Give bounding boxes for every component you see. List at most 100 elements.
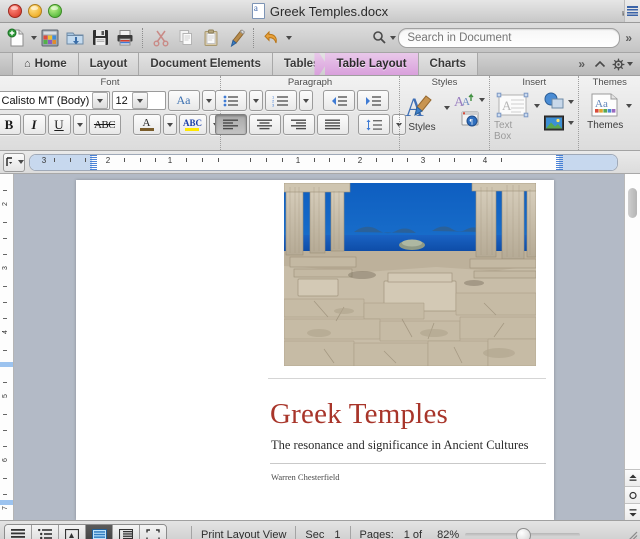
text-box-dropdown-arrow[interactable] (534, 104, 541, 108)
text-effects-dropdown[interactable] (201, 90, 216, 111)
font-name-dropdown-arrow[interactable] (91, 92, 108, 109)
draft-view-button[interactable] (5, 525, 32, 539)
vertical-scrollbar[interactable] (624, 174, 640, 520)
print-layout-view-button[interactable] (86, 525, 113, 539)
underline-dropdown[interactable] (72, 114, 87, 135)
print-button[interactable] (113, 26, 137, 50)
toolbar-overflow-button[interactable]: » (622, 31, 635, 45)
ribbon-settings-button[interactable] (612, 58, 633, 71)
zoom-slider-knob[interactable] (515, 527, 531, 539)
font-color-button[interactable]: A (132, 114, 161, 135)
themes-dropdown-arrow[interactable] (626, 104, 633, 108)
ribbon-settings-arrow[interactable] (627, 62, 633, 66)
shapes-button[interactable] (543, 92, 575, 111)
full-screen-view-button[interactable] (140, 525, 166, 539)
new-document-button[interactable] (5, 26, 29, 50)
notebook-layout-icon (119, 528, 133, 539)
bulleted-list-button[interactable] (214, 90, 247, 111)
align-center-button[interactable] (248, 114, 281, 135)
scrollbar-thumb[interactable] (628, 188, 637, 218)
search-options-arrow[interactable] (390, 35, 397, 40)
previous-page-button[interactable] (625, 469, 640, 486)
styles-dropdown-arrow[interactable] (444, 106, 450, 110)
resize-grip-icon[interactable] (625, 528, 638, 539)
horizontal-ruler[interactable]: 3 2 1 1 2 3 4 (29, 153, 618, 171)
document-image[interactable] (284, 183, 536, 366)
page-title[interactable]: Greek Temples (270, 398, 448, 431)
document-map-button[interactable] (624, 0, 640, 22)
bulleted-list-dropdown[interactable] (248, 90, 263, 111)
justify-button[interactable] (316, 114, 349, 135)
align-right-button[interactable] (282, 114, 315, 135)
font-color-dropdown[interactable] (162, 114, 177, 135)
undo-button[interactable] (260, 26, 284, 50)
notebook-layout-view-button[interactable] (113, 525, 140, 539)
page-author[interactable]: Warren Chesterfield (271, 472, 339, 482)
tab-document-elements[interactable]: Document Elements (139, 53, 273, 75)
strikethrough-button[interactable]: ABC (88, 114, 121, 135)
numbered-list-icon: 1 2 3 (272, 95, 288, 107)
font-size-dropdown-arrow[interactable] (131, 92, 148, 109)
photo-greek-temple-ruins-by-the-sea (284, 183, 536, 366)
tab-stop-selector[interactable] (3, 152, 25, 172)
document-page[interactable]: Greek Temples The resonance and signific… (76, 180, 554, 520)
tab-document-elements-label: Document Elements (150, 58, 261, 70)
italic-button[interactable]: I (22, 114, 46, 135)
bold-button[interactable]: B (0, 114, 21, 135)
picture-button[interactable] (543, 114, 575, 132)
highlight-button[interactable]: ABC (178, 114, 207, 135)
undo-dropdown-arrow[interactable] (286, 35, 292, 40)
vertical-ruler[interactable]: 2 3 4 5 6 7 (0, 174, 14, 520)
chevron-up-icon[interactable] (594, 60, 606, 69)
line-spacing-button[interactable] (357, 114, 390, 135)
styles-button[interactable]: A Styles (404, 92, 440, 133)
align-left-button[interactable] (214, 114, 247, 135)
underline-button[interactable]: U (47, 114, 71, 135)
text-box-button[interactable]: A Text Box (494, 92, 531, 142)
font-size-combo[interactable]: 12 (111, 91, 166, 110)
vruler-label-3: 3 (2, 266, 9, 270)
tab-home[interactable]: ⌂ Home (12, 53, 79, 75)
text-styles-button[interactable]: A A (454, 92, 485, 108)
tab-charts[interactable]: Charts (418, 53, 478, 75)
clipboard-icon (204, 29, 218, 46)
decrease-indent-button[interactable] (322, 90, 355, 111)
page-subtitle[interactable]: The resonance and significance in Ancien… (271, 438, 529, 453)
format-painter-button[interactable] (224, 26, 248, 50)
browse-object-controls (625, 469, 640, 520)
text-effects-button[interactable]: Aa (167, 90, 200, 111)
search-field-wrapper[interactable] (398, 27, 621, 48)
increase-indent-button[interactable] (356, 90, 389, 111)
paste-button[interactable] (199, 26, 223, 50)
previous-page-icon (629, 474, 636, 481)
zoom-slider[interactable] (465, 527, 581, 539)
magnifier-icon[interactable] (372, 30, 387, 45)
numbered-list-dropdown[interactable] (298, 90, 313, 111)
paragraph-group-title: Paragraph (287, 77, 333, 88)
page-canvas[interactable]: Greek Temples The resonance and signific… (14, 174, 624, 520)
themes-button[interactable]: Aa Themes (587, 92, 623, 131)
numbered-list-button[interactable]: 1 2 3 (264, 90, 297, 111)
manage-styles-button[interactable]: ¶ (460, 110, 480, 131)
outline-view-button[interactable] (32, 525, 59, 539)
search-input[interactable] (405, 30, 580, 45)
left-indent-marker[interactable] (90, 154, 97, 170)
font-name-combo[interactable]: Calisto MT (Body) (0, 91, 110, 110)
underline-label: U (54, 116, 64, 132)
right-indent-marker[interactable] (556, 154, 563, 170)
save-button[interactable] (88, 26, 112, 50)
tab-layout[interactable]: Layout (78, 53, 140, 75)
zoom-level-label: 82% (437, 528, 460, 539)
publishing-layout-view-button[interactable] (59, 525, 86, 539)
justify-icon (325, 119, 340, 130)
media-browser-button[interactable] (38, 26, 62, 50)
tab-table-layout[interactable]: Table Layout (325, 53, 419, 75)
tab-overflow-button[interactable]: » (575, 57, 588, 71)
copy-button[interactable] (174, 26, 198, 50)
cut-button[interactable] (149, 26, 173, 50)
open-button[interactable] (63, 26, 87, 50)
new-document-dropdown-arrow[interactable] (31, 35, 37, 40)
window-title-group: Greek Temples.docx (0, 3, 640, 19)
next-page-button[interactable] (625, 503, 640, 520)
select-browse-object-button[interactable] (625, 486, 640, 503)
